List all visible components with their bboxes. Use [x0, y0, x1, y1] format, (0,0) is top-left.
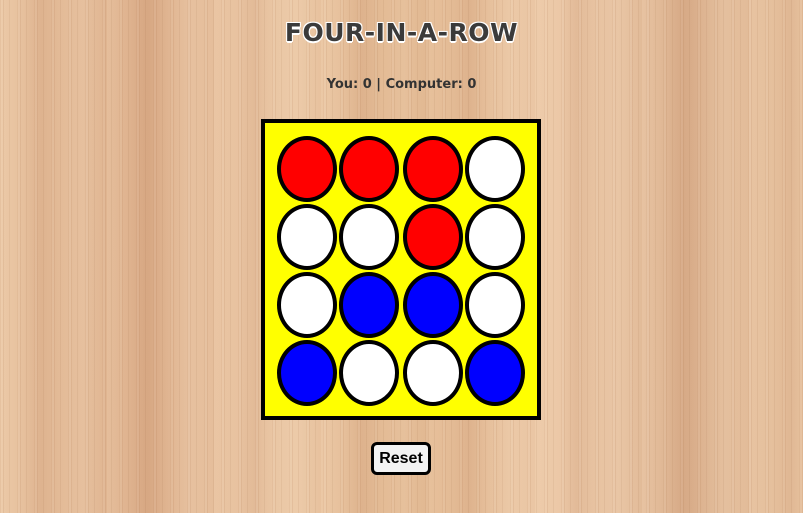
board-cell-r1-c3-red[interactable] [403, 136, 463, 202]
game-title: FOUR-IN-A-ROW [284, 18, 519, 47]
board-cell-r2-c2-empty[interactable] [339, 204, 399, 270]
board-cell-r4-c2-empty[interactable] [339, 340, 399, 406]
game-board [261, 119, 541, 420]
board-cell-r3-c4-empty[interactable] [465, 272, 525, 338]
board-cell-r2-c1-empty[interactable] [277, 204, 337, 270]
board-cell-r2-c3-red[interactable] [403, 204, 463, 270]
board-cell-r4-c4-blue[interactable] [465, 340, 525, 406]
reset-button[interactable]: Reset [371, 442, 431, 475]
score-display: You: 0 | Computer: 0 [326, 77, 477, 92]
board-cell-r1-c4-empty[interactable] [465, 136, 525, 202]
board-cell-r4-c1-blue[interactable] [277, 340, 337, 406]
board-cell-r1-c1-red[interactable] [277, 136, 337, 202]
board-cell-r2-c4-empty[interactable] [465, 204, 525, 270]
board-cell-r3-c1-empty[interactable] [277, 272, 337, 338]
board-cell-r1-c2-red[interactable] [339, 136, 399, 202]
board-cell-r3-c2-blue[interactable] [339, 272, 399, 338]
board-cell-r4-c3-empty[interactable] [403, 340, 463, 406]
board-cell-r3-c3-blue[interactable] [403, 272, 463, 338]
